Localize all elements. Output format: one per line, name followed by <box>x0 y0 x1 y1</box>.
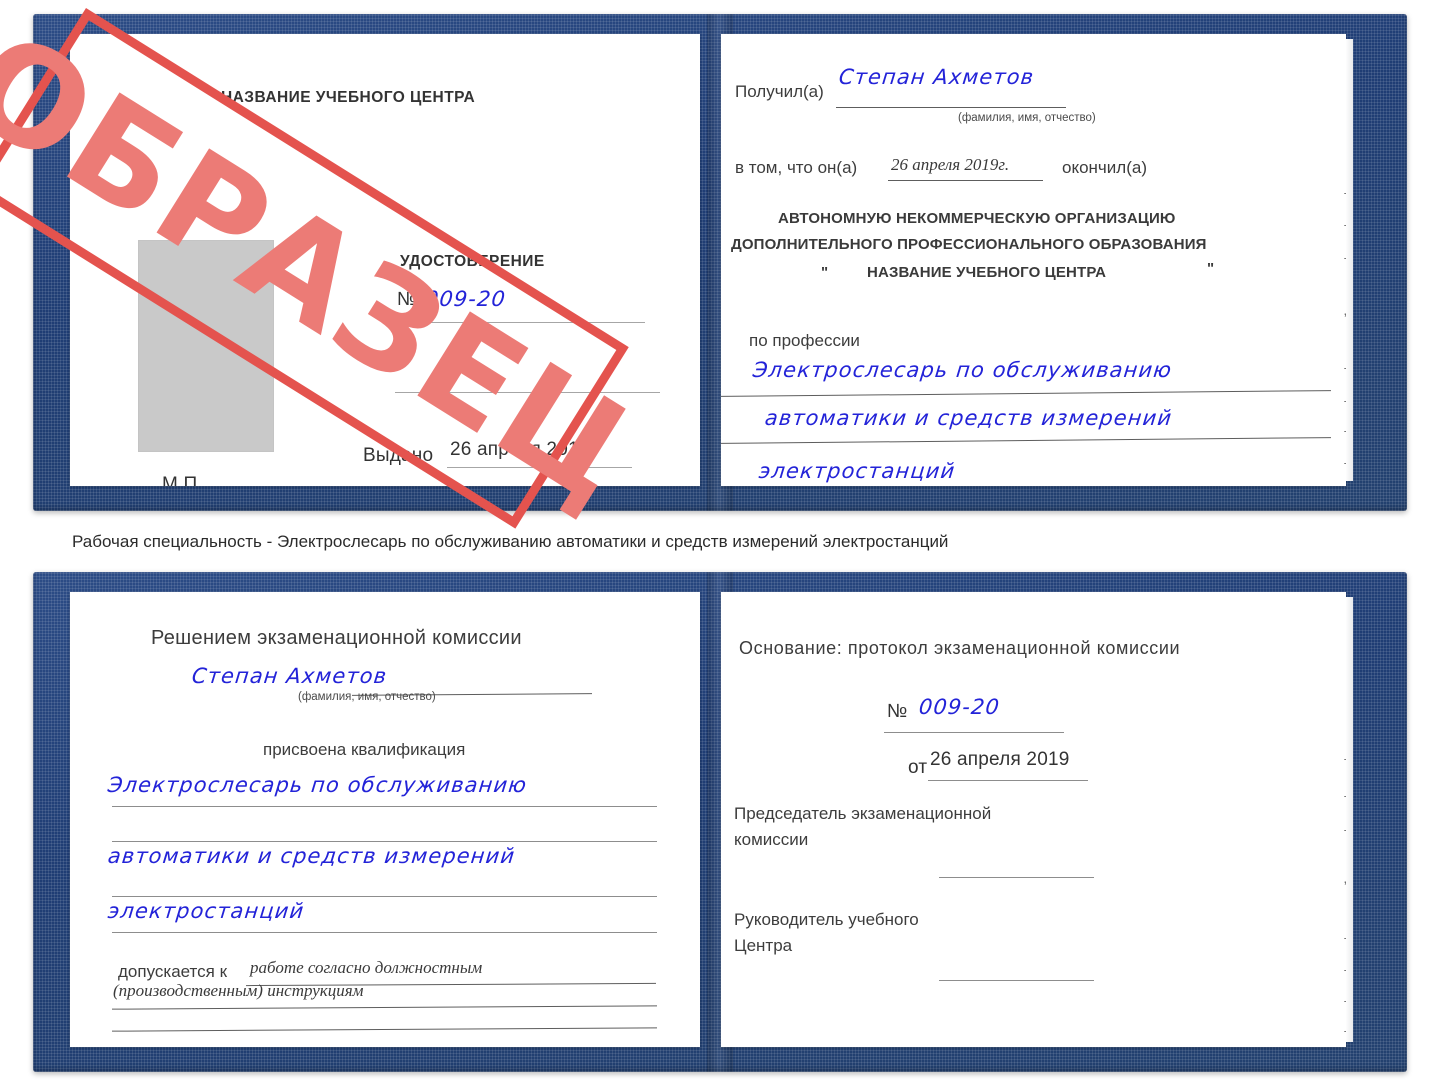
certificate-bottom-right-page: Основание: протокол экзаменационной коми… <box>721 592 1353 1047</box>
edge-fragment: – <box>1344 787 1346 803</box>
admitted-rule-2 <box>112 1005 657 1010</box>
received-name-rule <box>836 107 1066 109</box>
certificate-number-symbol: № <box>397 289 418 310</box>
certificate-bottom-cover: Решением экзаменационной комиссии Степан… <box>33 572 1407 1072</box>
edge-fragment: ,а <box>1343 302 1346 318</box>
edge-fragment: – <box>1344 184 1346 200</box>
photo-placeholder <box>138 240 274 452</box>
certificate-number-rule <box>395 322 645 324</box>
organization-quote-open: " <box>821 264 829 281</box>
protocol-number-symbol: № <box>887 701 908 722</box>
that-he-label: в том, что он(а) <box>735 158 858 177</box>
profession-label: по профессии <box>749 331 860 350</box>
head-label-line-2: Центра <box>734 936 793 955</box>
profession-line-1: Электрослесарь по обслуживанию <box>751 358 1174 382</box>
organization-line-2: ДОПОЛНИТЕЛЬНОГО ПРОФЕССИОНАЛЬНОГО ОБРАЗО… <box>731 236 1207 253</box>
edge-fragment: – <box>1344 961 1346 977</box>
seal-label: М.П. <box>162 474 203 486</box>
graduate-name-value: Степан Ахметов <box>190 664 389 688</box>
commission-decision-heading: Решением экзаменационной комиссии <box>151 627 522 649</box>
graduated-label: окончил(а) <box>1062 158 1147 177</box>
edge-fragment: – <box>1344 750 1346 766</box>
qualification-line-2: автоматики и средств измерений <box>106 844 517 868</box>
head-label-line-1: Руководитель учебного <box>734 910 919 929</box>
edge-fragment: – <box>1344 929 1346 945</box>
received-name-value: Степан Ахметов <box>837 65 1036 89</box>
that-he-date-value: 26 апреля 2019г. <box>891 155 1010 174</box>
document-type-label: УДОСТОВЕРЕНИЕ <box>400 253 545 270</box>
admitted-value-line-1: работе согласно должностным <box>250 958 483 977</box>
edge-fragment: – <box>1344 216 1346 232</box>
certificate-number-value: 009-20 <box>423 287 508 311</box>
chairman-label-line-2: комиссии <box>734 830 809 849</box>
qualification-rule-4 <box>112 932 657 934</box>
training-center-name-top: НАЗВАНИЕ УЧЕБНОГО ЦЕНТРА <box>221 89 476 106</box>
certificate-bottom-left-page: Решением экзаменационной комиссии Степан… <box>70 592 700 1047</box>
edge-fragment: – <box>1344 1022 1346 1038</box>
edge-fragment: – <box>1344 249 1346 265</box>
edge-fragment: – <box>1344 454 1346 470</box>
qualification-line-1: Электрослесарь по обслуживанию <box>106 773 529 797</box>
admitted-value-line-2: (производственным) инструкциям <box>113 981 364 1000</box>
head-signature-rule <box>939 980 1094 982</box>
protocol-number-rule <box>884 732 1064 734</box>
certificate-top-left-page: НАЗВАНИЕ УЧЕБНОГО ЦЕНТРА УДОСТОВЕРЕНИЕ №… <box>70 34 700 486</box>
issued-date-rule <box>447 467 632 469</box>
qualification-label: присвоена квалификация <box>263 740 466 759</box>
blank-rule-1 <box>395 392 660 394</box>
protocol-number-value: 009-20 <box>917 695 1002 719</box>
edge-fragment: – <box>1344 359 1346 375</box>
qualification-rule-1 <box>112 806 657 808</box>
received-name-hint: (фамилия, имя, отчество) <box>958 112 1096 124</box>
qualification-rule-3 <box>112 896 657 898</box>
basis-protocol-label: Основание: протокол экзаменационной коми… <box>739 638 1181 658</box>
issued-date-value: 26 апреля 2019 <box>450 439 590 460</box>
profession-line-2: автоматики и средств измерений <box>763 406 1174 430</box>
organization-line-1: АВТОНОМНУЮ НЕКОММЕРЧЕСКУЮ ОРГАНИЗАЦИЮ <box>778 210 1176 227</box>
chairman-signature-rule <box>939 877 1094 879</box>
certificate-top-right-page: Получил(а) Степан Ахметов (фамилия, имя,… <box>721 34 1353 486</box>
certificate-top-cover: НАЗВАНИЕ УЧЕБНОГО ЦЕНТРА УДОСТОВЕРЕНИЕ №… <box>33 14 1407 511</box>
protocol-date-value: 26 апреля 2019 <box>930 749 1070 770</box>
qualification-rule-2 <box>112 841 657 843</box>
edge-fragment: – <box>1344 392 1346 408</box>
admitted-rule-3 <box>112 1027 657 1032</box>
organization-line-3: НАЗВАНИЕ УЧЕБНОГО ЦЕНТРА <box>867 264 1107 281</box>
organization-quote-close: " <box>1207 260 1215 277</box>
edge-fragment: – <box>1344 992 1346 1008</box>
received-label: Получил(а) <box>735 82 824 101</box>
edge-fragment: – <box>1344 821 1346 837</box>
edge-fragment: – <box>1344 422 1346 438</box>
qualification-line-3: электростанций <box>106 899 306 923</box>
edge-fragment: ,а <box>1343 870 1346 886</box>
profession-rule-2 <box>721 437 1331 445</box>
issued-label: Выдано <box>363 445 434 466</box>
chairman-label-line-1: Председатель экзаменационной <box>734 804 992 823</box>
profession-rule-1 <box>721 390 1331 398</box>
admitted-label: допускается к <box>118 962 228 981</box>
profession-line-3: электростанций <box>757 459 957 483</box>
page-caption: Рабочая специальность - Электрослесарь п… <box>72 532 949 551</box>
that-he-date-rule <box>888 180 1043 182</box>
protocol-date-rule <box>928 780 1088 782</box>
protocol-date-label: от <box>908 757 928 778</box>
graduate-name-hint: (фамилия, имя, отчество) <box>298 691 436 703</box>
